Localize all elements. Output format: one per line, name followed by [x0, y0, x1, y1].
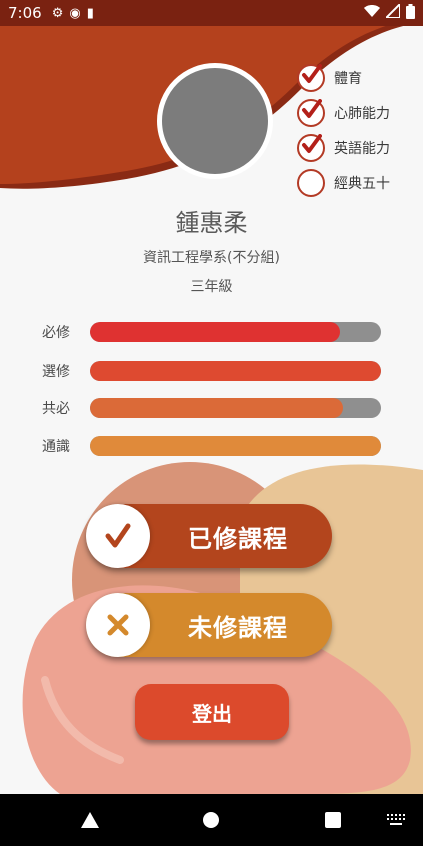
progress-track	[90, 322, 381, 342]
close-icon	[107, 614, 129, 636]
keyboard-icon	[387, 814, 405, 825]
back-triangle-icon	[81, 812, 99, 828]
system-navigation-bar	[0, 794, 423, 846]
progress-fill	[90, 322, 341, 342]
student-department: 資訊工程學系(不分組)	[143, 250, 280, 266]
checkbox	[297, 98, 325, 127]
progress-label: 選修	[42, 364, 70, 380]
recents-square-icon	[325, 812, 341, 828]
checklist-item-english: 英語能力	[297, 130, 390, 165]
checklist-item-pe: 體育	[297, 60, 390, 95]
wifi-icon	[364, 4, 380, 22]
checkbox	[297, 168, 325, 197]
battery-icon	[406, 3, 415, 23]
status-bar: 7:06 ⚙ ◉ ▮	[0, 0, 423, 26]
status-notification-icons: ⚙ ◉ ▮	[52, 6, 94, 21]
progress-fill	[90, 361, 381, 381]
close-icon-circle	[86, 593, 150, 657]
progress-required: 必修	[42, 321, 381, 343]
checklist-item-classics: 經典五十	[297, 165, 390, 200]
progress-label: 共必	[42, 401, 70, 417]
sd-card-icon: ▮	[86, 5, 94, 21]
checklist-label: 心肺能力	[334, 105, 390, 122]
progress-fill	[90, 436, 381, 456]
checkbox	[297, 63, 325, 92]
back-button[interactable]	[70, 794, 110, 846]
signal-icon	[383, 1, 401, 22]
progress-fill	[90, 398, 344, 418]
checklist-item-cardio: 心肺能力	[297, 95, 390, 130]
home-button[interactable]	[191, 794, 231, 846]
progress-elective: 選修	[42, 360, 381, 382]
check-icon	[302, 133, 322, 153]
check-icon	[302, 63, 322, 83]
recents-button[interactable]	[313, 794, 353, 846]
check-icon	[105, 523, 131, 548]
check-icon-circle	[86, 504, 150, 568]
checklist-label: 體育	[334, 70, 362, 87]
status-system-icons	[364, 1, 415, 23]
completed-courses-label: 已修課程	[188, 524, 288, 553]
avatar[interactable]	[157, 63, 273, 179]
shield-icon: ◉	[69, 5, 81, 21]
checkbox	[297, 133, 325, 162]
progress-general-education: 通識	[42, 435, 381, 457]
keyboard-button[interactable]	[378, 794, 414, 846]
check-icon	[302, 98, 322, 118]
settings-icon: ⚙	[51, 5, 64, 21]
incomplete-courses-button[interactable]: 未修課程	[86, 593, 332, 657]
progress-label: 通識	[42, 439, 70, 455]
status-time: 7:06	[8, 4, 42, 22]
checklist-label: 英語能力	[334, 140, 390, 157]
progress-label: 必修	[42, 325, 70, 341]
progress-track	[90, 436, 381, 456]
logout-button[interactable]: 登出	[135, 684, 289, 740]
progress-track	[90, 398, 381, 418]
checklist-label: 經典五十	[334, 175, 390, 192]
completed-courses-button[interactable]: 已修課程	[86, 504, 332, 568]
incomplete-courses-label: 未修課程	[188, 613, 288, 642]
progress-track	[90, 361, 381, 381]
requirements-checklist: 體育 心肺能力 英語能力 經典五十	[297, 60, 390, 200]
home-circle-icon	[203, 812, 219, 828]
student-grade: 三年級	[190, 279, 233, 295]
student-name: 鍾惠柔	[175, 209, 248, 237]
progress-common-required: 共必	[42, 397, 381, 419]
